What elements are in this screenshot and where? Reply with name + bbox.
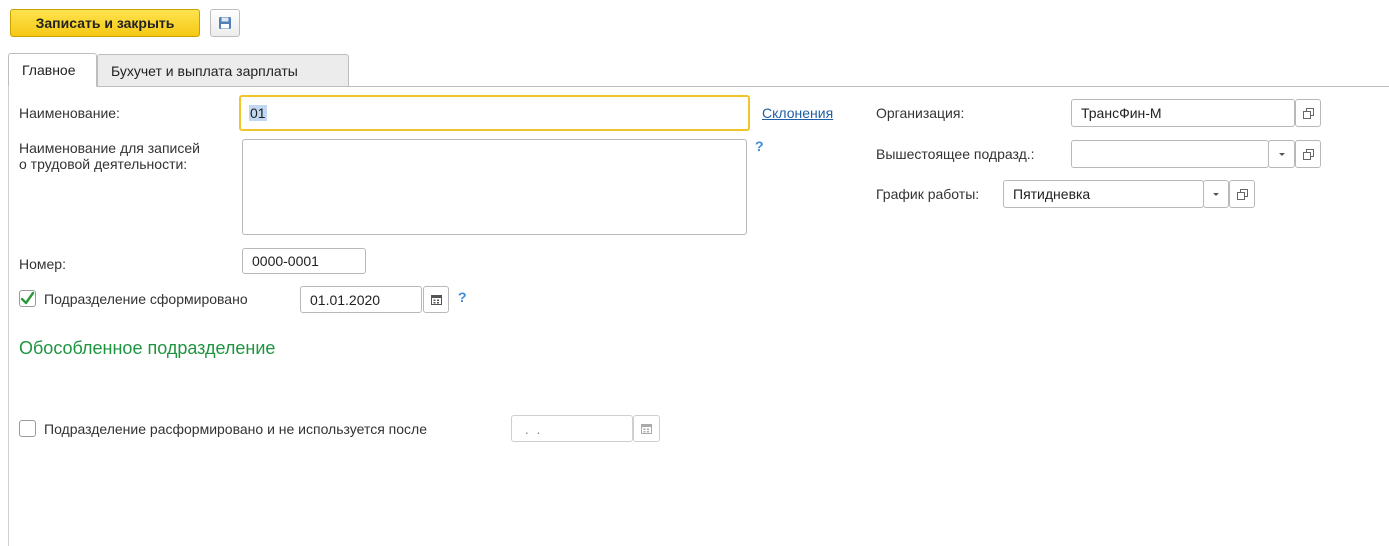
disbanded-label: Подразделение расформировано и не исполь… (44, 421, 427, 437)
number-input[interactable]: 0000-0001 (242, 248, 366, 274)
disbanded-checkbox[interactable] (19, 420, 36, 437)
declension-link[interactable]: Склонения (762, 105, 833, 121)
parent-division-dropdown-button[interactable] (1268, 140, 1295, 168)
save-and-close-button[interactable]: Записать и закрыть (10, 9, 200, 37)
labor-name-label-line1: Наименование для записей (19, 140, 200, 156)
schedule-value: Пятидневка (1013, 186, 1091, 202)
chevron-down-icon (1278, 152, 1285, 156)
name-input[interactable]: 01 (239, 95, 750, 131)
tab-accounting-payroll[interactable]: Бухучет и выплата зарплаты (97, 54, 349, 87)
parent-division-label: Вышестоящее подразд.: (876, 146, 1035, 162)
formed-label: Подразделение сформировано (44, 291, 248, 307)
labor-name-textarea[interactable] (242, 139, 747, 235)
checkmark-icon (20, 291, 35, 305)
schedule-input[interactable]: Пятидневка (1003, 180, 1204, 208)
disbanded-date-value: . . (521, 420, 541, 437)
labor-name-label: Наименование для записей о трудовой деят… (19, 140, 200, 172)
formed-checkbox[interactable] (19, 290, 36, 307)
schedule-open-button[interactable] (1229, 180, 1255, 208)
formed-help-icon[interactable]: ? (458, 289, 467, 305)
schedule-dropdown-button[interactable] (1203, 180, 1229, 208)
number-label: Номер: (19, 256, 66, 272)
open-icon (1302, 148, 1314, 160)
tab-divider (8, 86, 1389, 87)
name-label: Наименование: (19, 105, 120, 121)
calendar-icon (430, 295, 442, 305)
organization-label: Организация: (876, 105, 965, 121)
chevron-down-icon (1213, 192, 1219, 196)
tab-main-label: Главное (22, 62, 76, 78)
tab-accounting-payroll-label: Бухучет и выплата зарплаты (111, 62, 298, 79)
name-input-value: 01 (249, 105, 267, 121)
disbanded-calendar-button[interactable] (633, 415, 660, 442)
parent-division-input[interactable] (1071, 140, 1269, 168)
schedule-label: График работы: (876, 186, 980, 202)
organization-input[interactable]: ТрансФин-М (1071, 99, 1295, 127)
form-left-border (8, 86, 9, 546)
organization-open-button[interactable] (1295, 99, 1321, 127)
labor-name-label-line2: о трудовой деятельности: (19, 156, 188, 172)
parent-division-open-button[interactable] (1295, 140, 1321, 168)
formed-date-value: 01.01.2020 (310, 291, 381, 308)
calendar-icon (641, 424, 652, 434)
labor-name-help-icon[interactable]: ? (755, 138, 764, 154)
disbanded-date-input[interactable]: . . (511, 415, 633, 442)
open-icon (1236, 188, 1248, 200)
save-button[interactable] (210, 9, 240, 37)
organization-value: ТрансФин-М (1081, 105, 1162, 121)
formed-date-input[interactable]: 01.01.2020 (300, 286, 422, 313)
open-icon (1302, 107, 1314, 119)
formed-calendar-button[interactable] (423, 286, 449, 313)
separate-division-title: Обособленное подразделение (19, 338, 276, 358)
number-input-value: 0000-0001 (252, 253, 319, 269)
floppy-disk-icon (219, 17, 231, 29)
tab-main[interactable]: Главное (8, 53, 97, 87)
